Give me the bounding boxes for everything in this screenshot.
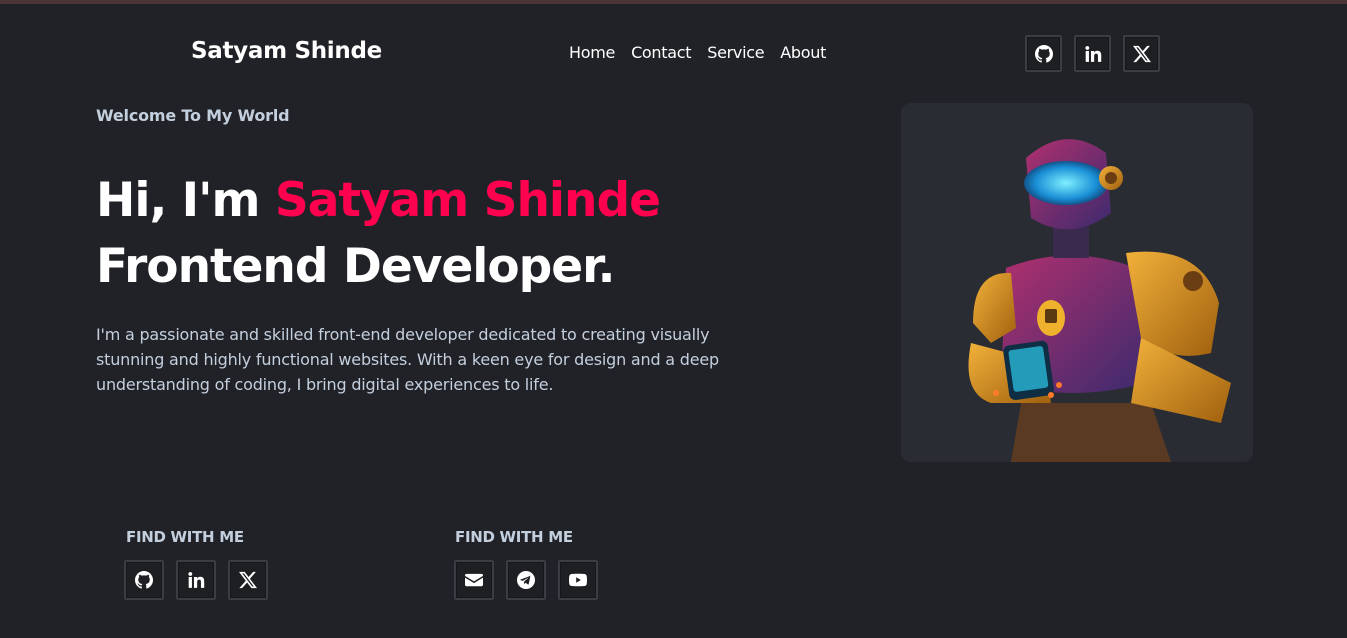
- x-icon: [1132, 45, 1151, 62]
- youtube-icon: [569, 573, 587, 587]
- find-with-me-heading-left: FIND WITH ME: [126, 528, 244, 546]
- hero-name: Satyam Shinde: [274, 173, 661, 228]
- hero-greeting: Hi, I'm: [96, 173, 275, 228]
- youtube-button[interactable]: [558, 560, 598, 600]
- welcome-text: Welcome To My World: [96, 106, 290, 125]
- telegram-icon: [517, 571, 535, 589]
- header-x-button[interactable]: [1123, 35, 1160, 72]
- telegram-button[interactable]: [506, 560, 546, 600]
- find-with-me-heading-right: FIND WITH ME: [455, 528, 573, 546]
- linkedin-icon: [1084, 45, 1101, 62]
- top-border: [0, 0, 1347, 4]
- brand-logo[interactable]: Satyam Shinde: [191, 38, 382, 64]
- robot-illustration: [968, 139, 1231, 462]
- github-icon: [135, 571, 153, 589]
- hero-robot-image: [901, 103, 1253, 462]
- nav-home[interactable]: Home: [569, 43, 615, 62]
- hero-heading: Hi, I'm Satyam Shinde Frontend Developer…: [96, 168, 661, 300]
- nav-contact[interactable]: Contact: [631, 43, 691, 62]
- x-button[interactable]: [228, 560, 268, 600]
- header-linkedin-button[interactable]: [1074, 35, 1111, 72]
- email-icon: [465, 573, 483, 587]
- find-with-me-social-left: [124, 560, 268, 600]
- find-with-me-contact: [454, 560, 598, 600]
- linkedin-icon: [188, 572, 205, 588]
- header-social-links: [1025, 35, 1160, 72]
- header-github-button[interactable]: [1025, 35, 1062, 72]
- hero-role: Frontend Developer.: [96, 239, 615, 294]
- x-icon: [239, 571, 257, 589]
- github-button[interactable]: [124, 560, 164, 600]
- nav-service[interactable]: Service: [707, 43, 764, 62]
- email-button[interactable]: [454, 560, 494, 600]
- nav-about[interactable]: About: [780, 43, 826, 62]
- page: Satyam Shinde Home Contact Service About…: [0, 0, 1347, 638]
- linkedin-button[interactable]: [176, 560, 216, 600]
- github-icon: [1034, 44, 1053, 63]
- hero-description: I'm a passionate and skilled front-end d…: [96, 325, 720, 394]
- main-nav: Home Contact Service About: [569, 43, 826, 62]
